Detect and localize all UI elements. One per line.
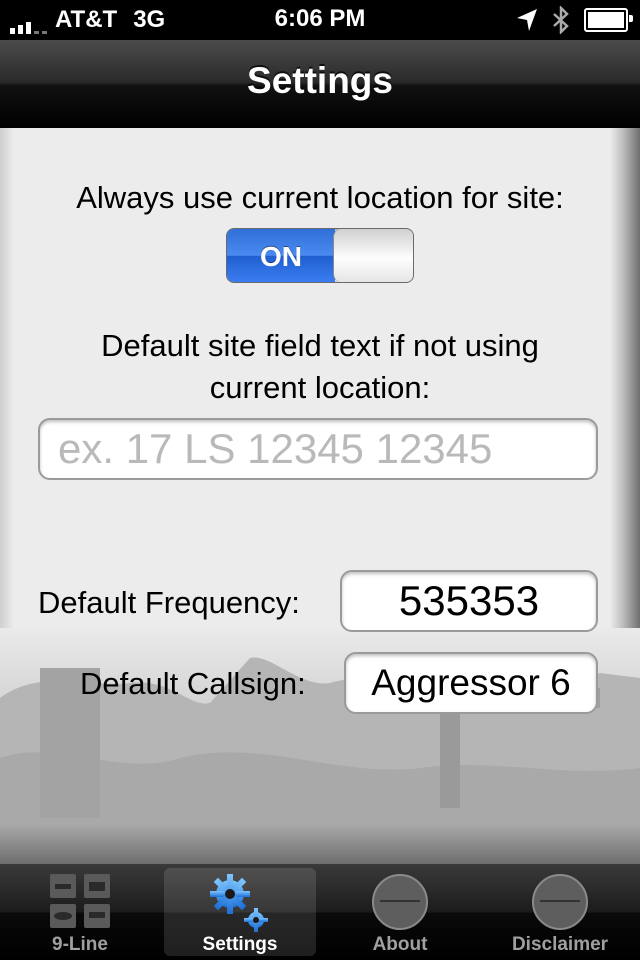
fa53-badge-icon <box>532 874 588 930</box>
toggle-on-label: ON <box>227 229 335 282</box>
default-site-input[interactable] <box>38 418 598 480</box>
bluetooth-icon <box>553 6 569 34</box>
tab-label-about: About <box>372 934 428 955</box>
tab-about[interactable]: About <box>320 864 480 960</box>
callsign-label: Default Callsign: <box>80 666 306 701</box>
fa53-badge-icon <box>372 874 428 930</box>
site-text-label-cont: current location: <box>209 370 431 405</box>
settings-panel: Always use current location for site: ON… <box>0 128 640 864</box>
battery-icon <box>584 8 633 32</box>
tab-disclaimer[interactable]: Disclaimer <box>480 864 640 960</box>
status-right-icons <box>516 6 633 34</box>
tab-label-settings: Settings <box>202 934 278 955</box>
tab-settings[interactable]: Settings <box>160 864 320 960</box>
gears-icon <box>210 874 268 932</box>
location-arrow-icon <box>517 9 537 31</box>
current-location-toggle[interactable]: ON <box>226 228 414 283</box>
site-text-label: Default site field text if not using <box>101 328 539 363</box>
nine-line-icon <box>50 874 110 928</box>
status-bar: AT&T 3G 6:06 PM <box>0 0 640 40</box>
tab-label-9-line: 9-Line <box>52 934 108 955</box>
default-frequency-input[interactable] <box>340 570 598 632</box>
frequency-label: Default Frequency: <box>38 585 300 620</box>
tab-bar: 9-Line Settings About Disclaimer <box>0 864 640 960</box>
navigation-bar: Settings <box>0 40 640 130</box>
toggle-knob <box>333 229 413 282</box>
tab-label-disclaimer: Disclaimer <box>511 934 609 955</box>
location-setting-label: Always use current location for site: <box>76 180 564 215</box>
tab-9-line[interactable]: 9-Line <box>0 864 160 960</box>
page-title: Settings <box>247 60 393 101</box>
default-callsign-input[interactable] <box>344 652 598 714</box>
